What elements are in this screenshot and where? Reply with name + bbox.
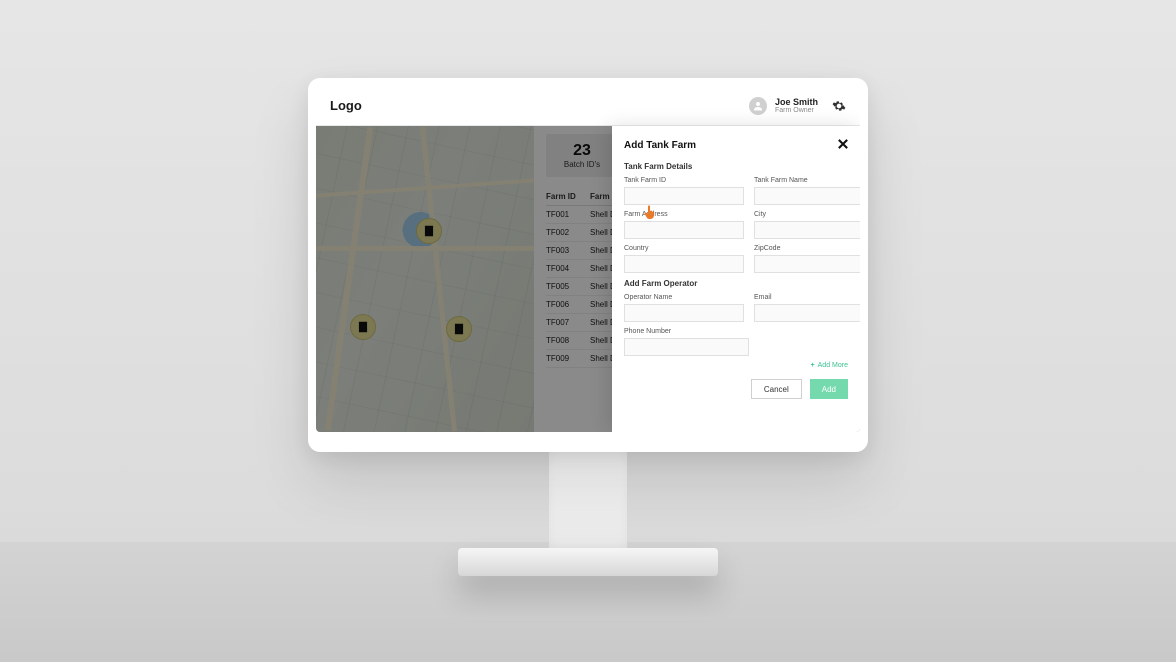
label-farm-address: Farm Address [624,211,744,218]
close-button[interactable] [838,136,848,154]
user-name: Joe Smith [775,98,818,107]
email-input[interactable] [754,304,860,322]
tank-farm-id-input[interactable] [624,187,744,205]
settings-button[interactable] [832,99,846,113]
screen: Logo Joe Smith Farm Owner [316,86,860,432]
label-email: Email [754,294,860,301]
label-tank-farm-name: Tank Farm Name [754,177,860,184]
section-operator: Add Farm Operator [624,279,848,288]
drawer-title: Add Tank Farm [624,140,696,151]
label-phone: Phone Number [624,328,749,335]
app-body: 23 Batch ID's Farm ID Farm Name TF001She… [316,126,860,432]
section-tank-details: Tank Farm Details [624,162,848,171]
add-button[interactable]: Add [810,379,848,399]
user-meta: Joe Smith Farm Owner [775,98,818,114]
user-area: Joe Smith Farm Owner [749,97,846,115]
add-more-label: Add More [818,362,848,369]
monitor-bezel: Logo Joe Smith Farm Owner [308,78,868,452]
monitor-base [458,548,718,576]
zipcode-input[interactable] [754,255,860,273]
monitor-mockup: Logo Joe Smith Farm Owner [308,78,868,576]
label-tank-farm-id: Tank Farm ID [624,177,744,184]
user-role: Farm Owner [775,107,818,114]
cancel-button[interactable]: Cancel [751,379,802,399]
tank-farm-name-input[interactable] [754,187,860,205]
avatar-icon [749,97,767,115]
operator-name-input[interactable] [624,304,744,322]
country-input[interactable] [624,255,744,273]
gear-icon [832,99,846,113]
plus-icon: + [811,362,815,369]
topbar: Logo Joe Smith Farm Owner [316,86,860,126]
label-country: Country [624,245,744,252]
monitor-neck [549,452,627,548]
label-city: City [754,211,860,218]
city-input[interactable] [754,221,860,239]
label-operator-name: Operator Name [624,294,744,301]
label-zipcode: ZipCode [754,245,860,252]
close-icon [838,139,848,149]
phone-input[interactable] [624,338,749,356]
farm-address-input[interactable] [624,221,744,239]
add-tank-farm-drawer: Add Tank Farm Tank Farm Details Tank Far… [612,126,860,432]
add-more-link[interactable]: + Add More [624,362,848,369]
app-logo: Logo [330,98,362,113]
